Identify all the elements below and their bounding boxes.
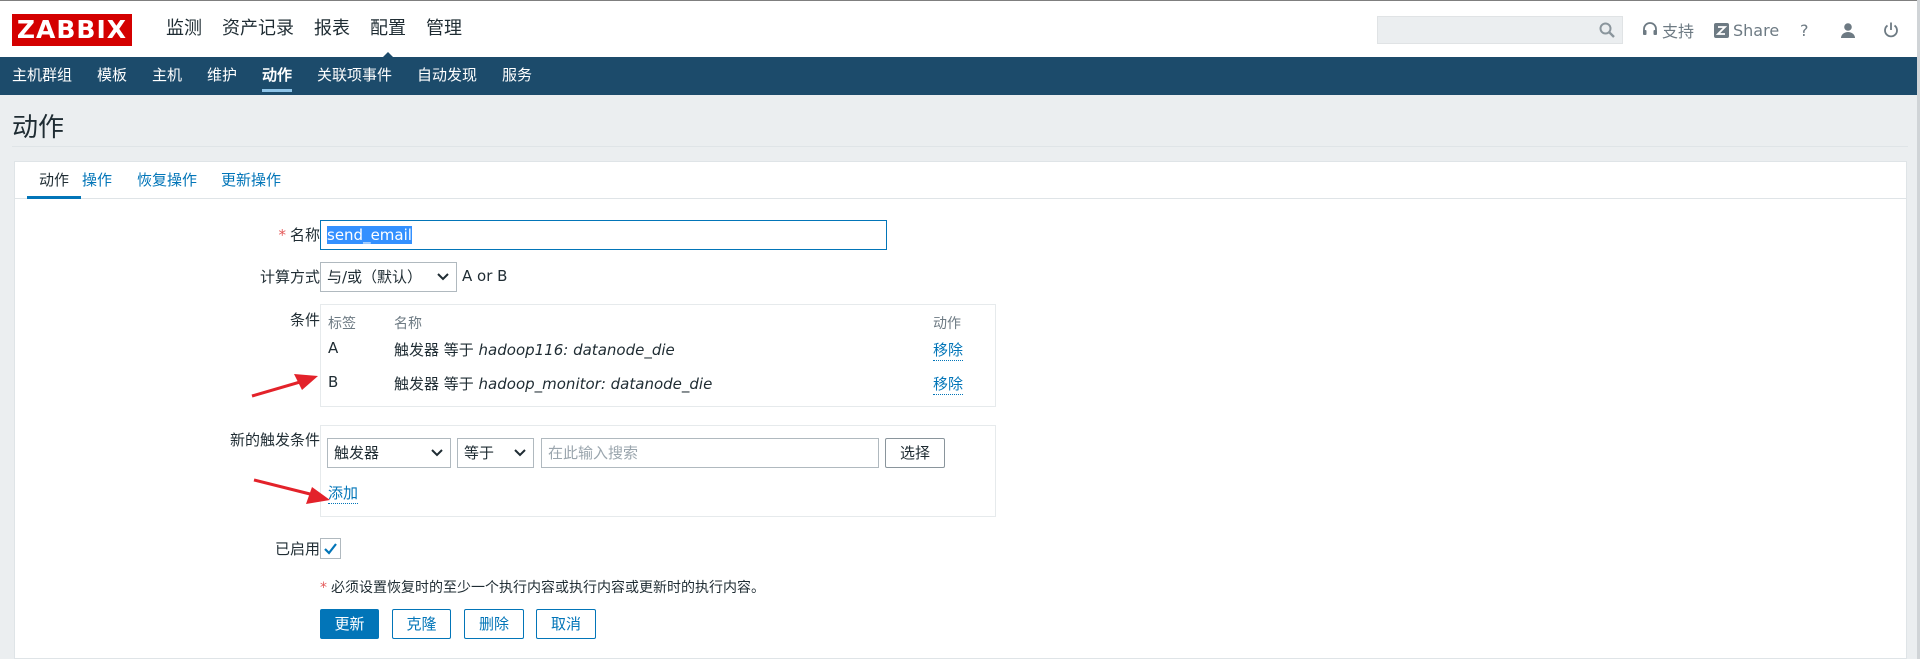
cancel-button[interactable]: 取消: [536, 609, 596, 639]
enabled-checkbox[interactable]: [320, 538, 341, 559]
requirement-note-text: 必须设置恢复时的至少一个执行内容或执行内容或更新时的执行内容。: [331, 580, 765, 596]
global-search-input[interactable]: [1377, 16, 1623, 44]
power-icon: [1884, 22, 1898, 38]
requirement-note: * 必须设置恢复时的至少一个执行内容或执行内容或更新时的执行内容。: [320, 577, 765, 597]
conditions-table: 标签 名称 动作 A 触发器 等于 hadoop116: datanode_di…: [320, 304, 996, 407]
condition-b-prefix: 触发器 等于: [394, 375, 479, 393]
conditions-header-name: 名称: [394, 316, 422, 332]
condition-a-remove-link[interactable]: 移除: [933, 339, 964, 361]
name-label-text: 名称: [289, 226, 320, 244]
condition-a-tag: A: [328, 339, 339, 357]
new-condition-label: 新的触发条件: [229, 431, 320, 449]
subnav-discovery[interactable]: 自动发现: [417, 57, 477, 95]
support-link[interactable]: 支持: [1642, 17, 1694, 43]
name-label: * 名称: [278, 224, 320, 245]
condition-type-value: 触发器: [334, 444, 380, 462]
subnav-actions[interactable]: 动作: [262, 57, 293, 95]
clone-button[interactable]: 克隆: [392, 609, 451, 639]
add-condition-link[interactable]: 添加: [328, 482, 359, 504]
tab-recovery-operations[interactable]: 恢复操作: [137, 162, 197, 199]
subnav-templates[interactable]: 模板: [97, 57, 127, 95]
condition-b-target: hadoop_monitor: datanode_die: [478, 375, 713, 393]
conditions-header-tag: 标签: [328, 316, 356, 332]
form-tabs: 动作 操作 恢复操作 更新操作: [15, 162, 1906, 199]
subnav-hosts[interactable]: 主机: [152, 57, 182, 95]
share-link[interactable]: Share: [1714, 17, 1779, 43]
subnav-maintenance[interactable]: 维护: [207, 57, 237, 95]
menu-monitoring[interactable]: 监测: [156, 1, 212, 58]
subnav-services[interactable]: 服务: [502, 57, 532, 95]
zabbix-logo[interactable]: ZABBIX: [12, 14, 132, 46]
select-trigger-button[interactable]: 选择: [885, 438, 945, 468]
subnav-event-correlation[interactable]: 关联项事件: [317, 57, 392, 95]
calculation-select[interactable]: 与/或（默认）: [320, 262, 457, 292]
calculation-select-value: 与/或（默认）: [327, 268, 423, 286]
menu-configuration[interactable]: 配置: [360, 1, 416, 59]
condition-b-tag: B: [328, 373, 339, 391]
enabled-label: 已启用: [274, 540, 320, 558]
condition-a-target: hadoop116: datanode_die: [478, 341, 675, 359]
menu-administration[interactable]: 管理: [416, 1, 472, 58]
share-label: Share: [1733, 20, 1780, 40]
condition-operator-select[interactable]: 等于: [457, 438, 534, 468]
condition-b-remove-link[interactable]: 移除: [933, 373, 964, 395]
checkmark-icon: [324, 543, 337, 555]
menu-inventory[interactable]: 资产记录: [212, 1, 304, 58]
subnav-host-groups[interactable]: 主机群组: [12, 57, 72, 95]
condition-operator-value: 等于: [464, 444, 495, 462]
condition-a-name: 触发器 等于 hadoop116: datanode_die: [394, 339, 675, 360]
sub-navigation: 主机群组 模板 主机 维护 动作 关联项事件 自动发现 服务: [0, 57, 1920, 95]
help-link[interactable]: ?: [1800, 17, 1809, 43]
page-title: 动作: [12, 113, 65, 143]
conditions-header-action: 动作: [933, 316, 961, 332]
calculation-label: 计算方式: [259, 268, 320, 286]
required-mark: *: [278, 226, 286, 244]
top-header: ZABBIX 监测 资产记录 报表 配置 管理 支持 Share ?: [0, 0, 1920, 59]
calculation-expression: A or B: [462, 267, 508, 285]
condition-search-placeholder: 在此输入搜索: [548, 444, 639, 462]
help-icon: ?: [1800, 20, 1809, 40]
condition-b-name: 触发器 等于 hadoop_monitor: datanode_die: [394, 373, 712, 394]
new-condition-box: 触发器 等于 在此输入搜索 选择 添加: [320, 425, 996, 517]
name-input-value: send_email: [327, 226, 412, 244]
tab-action[interactable]: 动作: [27, 162, 81, 199]
required-mark: *: [320, 580, 327, 596]
condition-search-input[interactable]: 在此输入搜索: [541, 438, 879, 468]
action-form-panel: 动作 操作 恢复操作 更新操作 * 名称 send_email 计算方式 与/或（…: [14, 161, 1907, 659]
chevron-down-icon: [514, 449, 526, 457]
tab-operations[interactable]: 操作: [82, 162, 112, 199]
chevron-down-icon: [431, 449, 443, 457]
chevron-down-icon: [437, 273, 449, 281]
support-label: 支持: [1662, 22, 1695, 41]
update-button[interactable]: 更新: [320, 609, 379, 639]
name-input[interactable]: send_email: [320, 220, 887, 250]
condition-a-prefix: 触发器 等于: [394, 341, 479, 359]
title-divider: [12, 146, 1908, 147]
delete-button[interactable]: 删除: [464, 609, 524, 639]
conditions-label: 条件: [289, 311, 320, 329]
main-menu: 监测 资产记录 报表 配置 管理: [156, 1, 472, 59]
condition-type-select[interactable]: 触发器: [327, 438, 451, 468]
sign-out-link[interactable]: [1883, 17, 1903, 43]
tab-update-operations[interactable]: 更新操作: [221, 162, 281, 199]
user-icon: [1841, 23, 1855, 38]
user-profile-link[interactable]: [1840, 17, 1860, 43]
search-icon[interactable]: [1598, 21, 1616, 39]
menu-reports[interactable]: 报表: [304, 1, 360, 58]
headset-icon: [1643, 22, 1657, 35]
share-z-icon: [1714, 22, 1729, 38]
